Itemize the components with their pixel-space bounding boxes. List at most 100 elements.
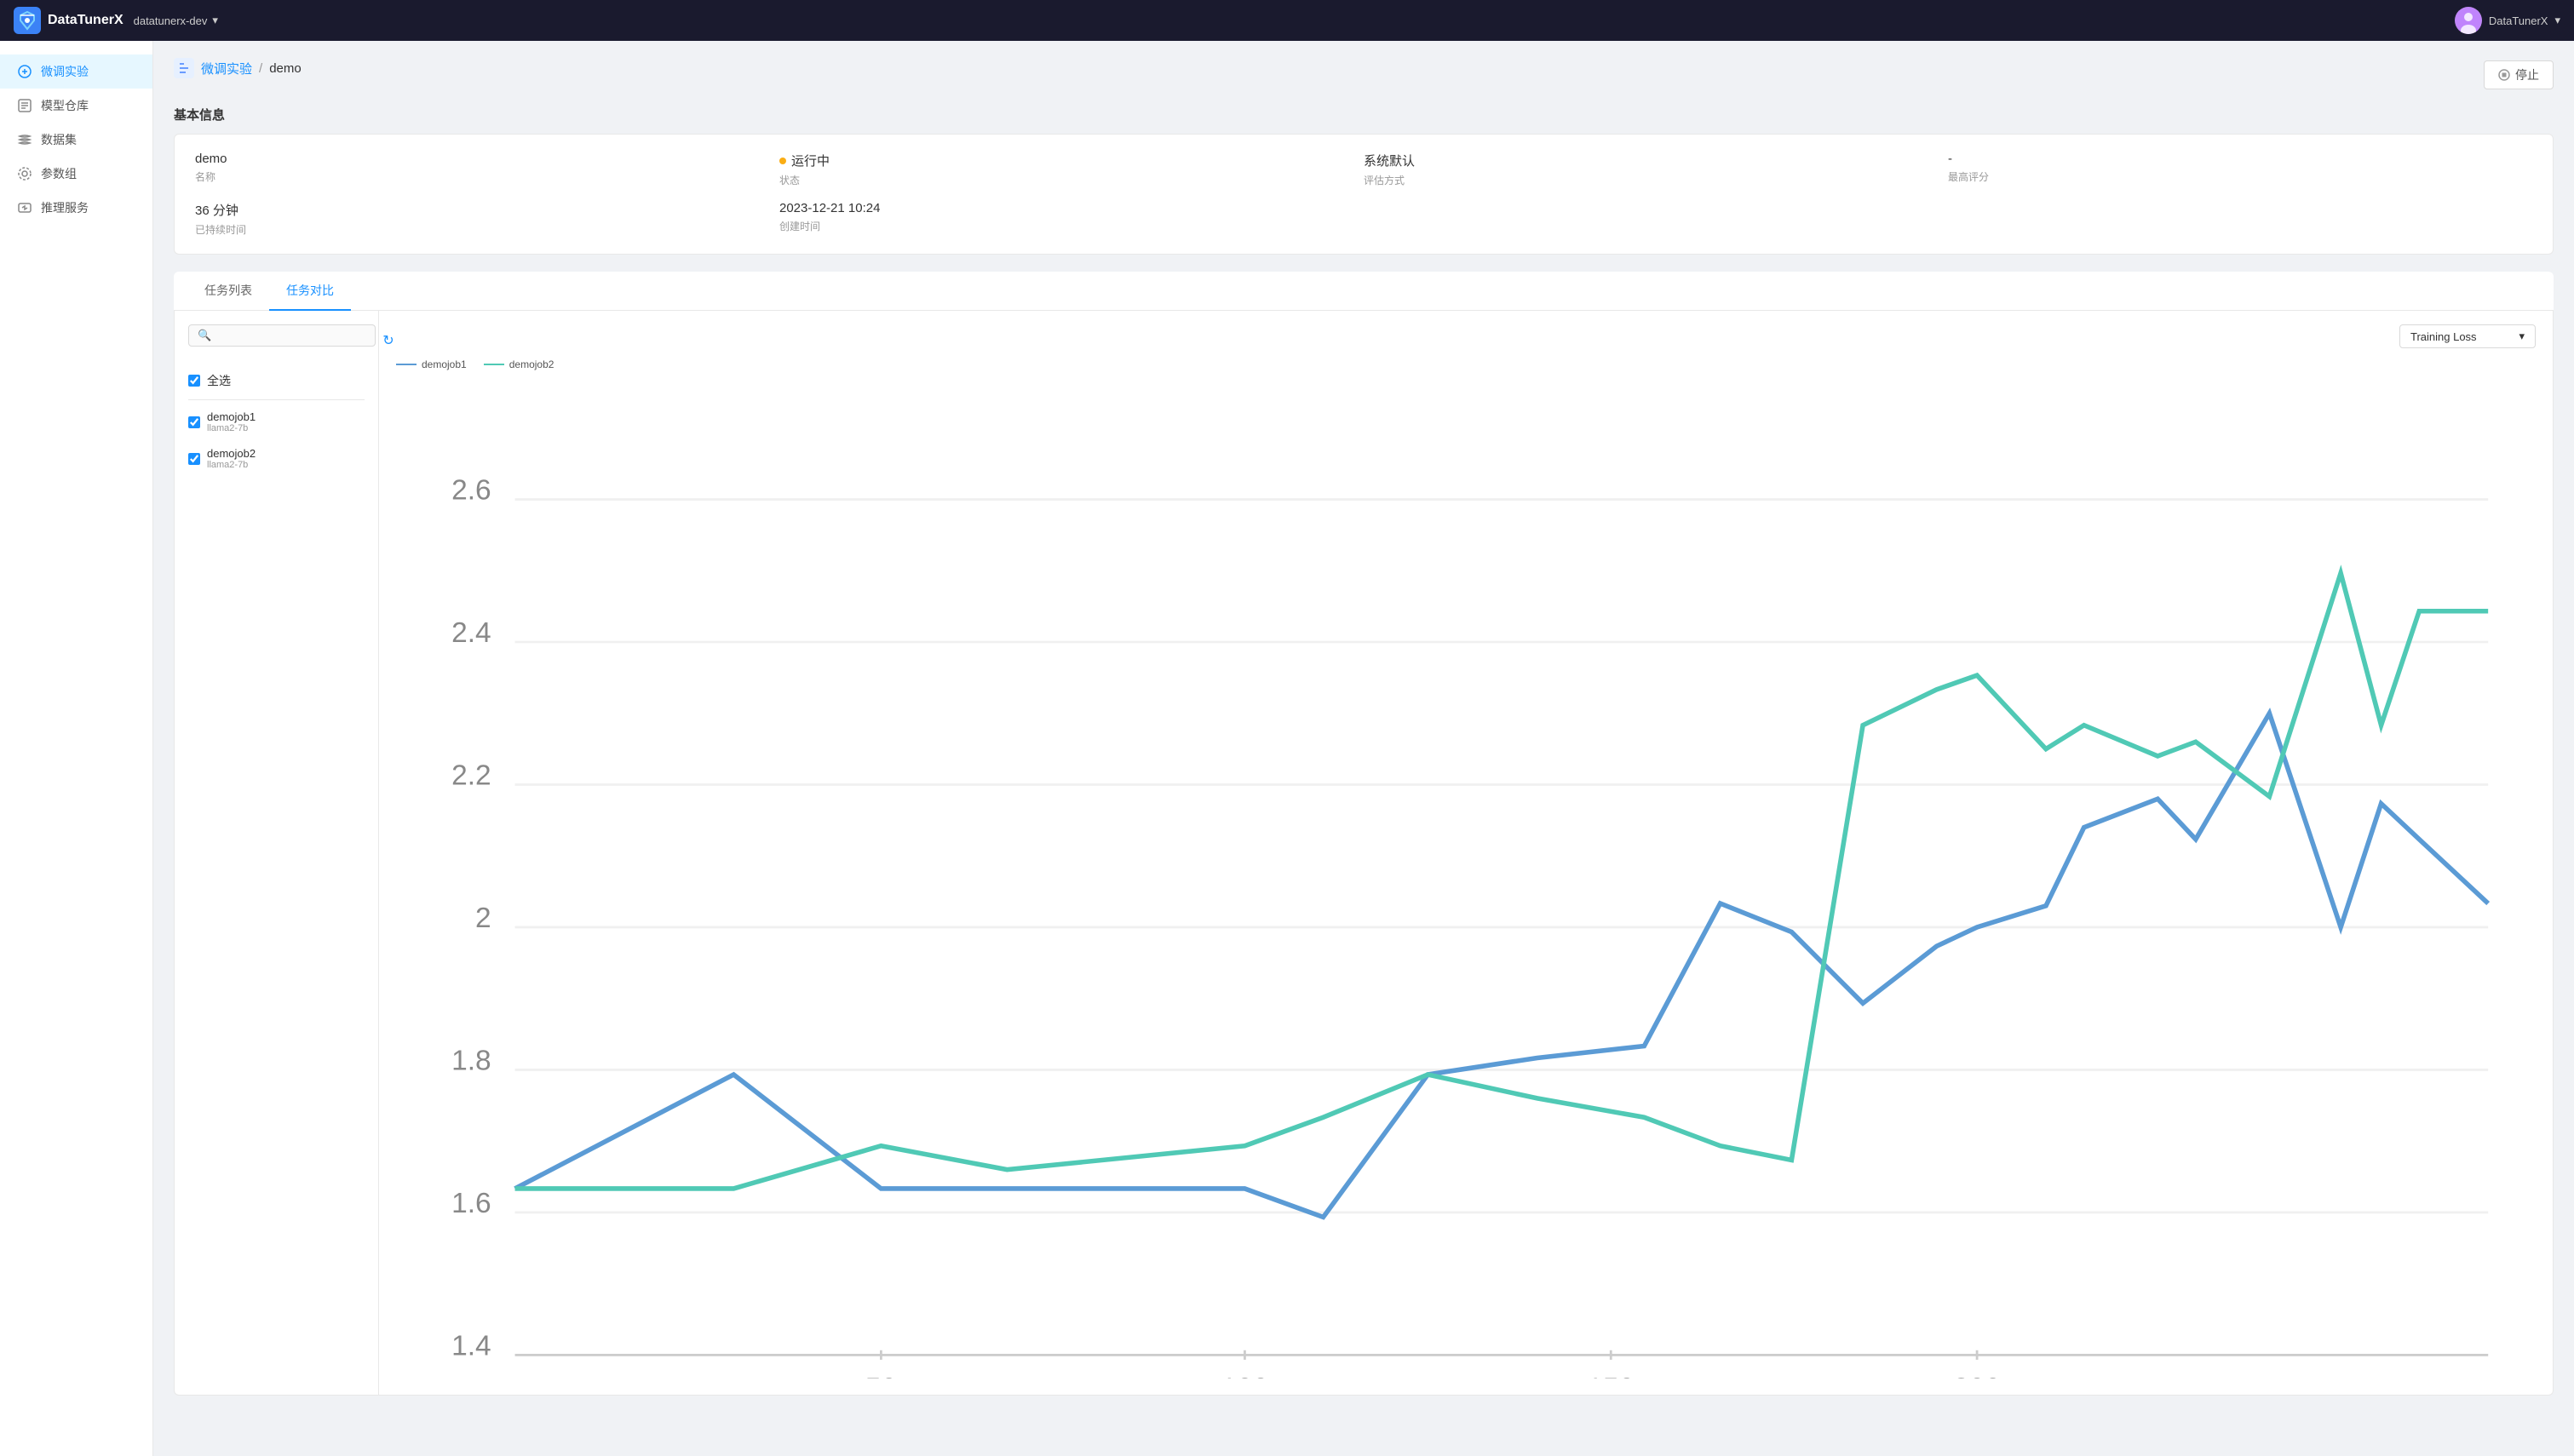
info-name-value: demo — [195, 152, 779, 166]
stop-button[interactable]: 停止 — [2484, 60, 2554, 89]
workspace-selector[interactable]: datatunerx-dev ▾ — [134, 14, 218, 27]
topbar-left: DataTunerX datatunerx-dev ▾ — [14, 7, 218, 34]
inference-icon — [17, 200, 32, 215]
demojob2-line — [515, 573, 2489, 1189]
job1-model: llama2-7b — [207, 423, 256, 433]
sidebar-label-model: 模型仓库 — [41, 97, 89, 114]
job1-info: demojob1 llama2-7b — [207, 410, 256, 433]
sidebar-item-model[interactable]: 模型仓库 — [0, 89, 152, 123]
layout: 微调实验 模型仓库 数据集 参数组 — [0, 41, 2574, 1456]
job2-checkbox[interactable] — [188, 453, 200, 465]
search-input[interactable] — [216, 330, 366, 342]
svg-text:200: 200 — [1953, 1373, 2001, 1379]
svg-text:150: 150 — [1587, 1373, 1635, 1379]
job-item-2: demojob2 llama2-7b — [188, 442, 365, 475]
demojob1-line — [515, 714, 2489, 1218]
sidebar-label-finetune: 微调实验 — [41, 63, 89, 80]
logo: DataTunerX — [14, 7, 124, 34]
sidebar-label-params: 参数组 — [41, 165, 77, 182]
svg-text:1.4: 1.4 — [451, 1330, 491, 1361]
search-row: 🔍 ↻ — [188, 324, 365, 357]
info-created: 2023-12-21 10:24 创建时间 — [779, 201, 1364, 237]
job1-checkbox[interactable] — [188, 416, 200, 428]
right-panel: Training Loss ▾ demojob1 — [379, 311, 2553, 1395]
select-all-item[interactable]: 全选 — [188, 367, 365, 394]
info-duration-value: 36 分钟 — [195, 201, 779, 219]
info-created-label: 创建时间 — [779, 219, 1364, 233]
workspace-chevron: ▾ — [212, 14, 218, 27]
user-name: DataTunerX — [2489, 14, 2548, 27]
topbar-right[interactable]: DataTunerX ▾ — [2455, 7, 2560, 34]
breadcrumb-icon — [174, 58, 194, 78]
job2-info: demojob2 llama2-7b — [207, 447, 256, 470]
info-duration: 36 分钟 已持续时间 — [195, 201, 779, 237]
user-chevron: ▾ — [2554, 14, 2560, 27]
metric-selector[interactable]: Training Loss ▾ — [2399, 324, 2536, 348]
breadcrumb: 微调实验 / demo — [174, 58, 302, 78]
legend-label-1: demojob1 — [422, 358, 467, 370]
metric-label: Training Loss — [2410, 330, 2477, 343]
info-created-value: 2023-12-21 10:24 — [779, 201, 1364, 215]
search-icon: 🔍 — [198, 329, 211, 342]
sidebar-item-params[interactable]: 参数组 — [0, 157, 152, 191]
avatar — [2455, 7, 2482, 34]
model-icon — [17, 98, 32, 113]
info-name-label: 名称 — [195, 169, 779, 184]
tabs: 任务列表 任务对比 — [174, 272, 2554, 311]
job1-name: demojob1 — [207, 410, 256, 423]
job2-name: demojob2 — [207, 447, 256, 460]
legend-item-2: demojob2 — [484, 358, 554, 370]
chart-svg: 2.6 2.4 2.2 2 1.8 1.6 1.4 — [396, 381, 2536, 1379]
breadcrumb-current: demo — [269, 61, 302, 76]
logo-icon — [14, 7, 41, 34]
svg-text:2.6: 2.6 — [451, 475, 491, 507]
svg-text:2.2: 2.2 — [451, 760, 491, 791]
tab-task-compare[interactable]: 任务对比 — [269, 272, 351, 311]
info-score: - 最高评分 — [1948, 152, 2532, 187]
info-eval-value: 系统默认 — [1364, 152, 1948, 169]
legend-line-2 — [484, 364, 504, 365]
legend-item-1: demojob1 — [396, 358, 467, 370]
info-eval: 系统默认 评估方式 — [1364, 152, 1948, 187]
svg-text:2.4: 2.4 — [451, 617, 491, 649]
chart-container: 2.6 2.4 2.2 2 1.8 1.6 1.4 — [396, 381, 2536, 1381]
sidebar-label-dataset: 数据集 — [41, 131, 77, 148]
job-item-1: demojob1 llama2-7b — [188, 405, 365, 439]
stop-icon — [2498, 69, 2510, 81]
sidebar-item-dataset[interactable]: 数据集 — [0, 123, 152, 157]
select-all-label: 全选 — [207, 372, 231, 389]
legend: demojob1 demojob2 — [396, 358, 2536, 370]
sidebar-item-finetune[interactable]: 微调实验 — [0, 54, 152, 89]
sidebar-item-inference[interactable]: 推理服务 — [0, 191, 152, 225]
select-all-checkbox[interactable] — [188, 375, 200, 387]
main-content: 微调实验 / demo 停止 基本信息 demo 名称 — [153, 41, 2574, 1456]
params-icon — [17, 166, 32, 181]
info-score-label: 最高评分 — [1948, 169, 2532, 184]
breadcrumb-parent[interactable]: 微调实验 — [201, 60, 252, 77]
info-status: 运行中 状态 — [779, 152, 1364, 187]
comparison-layout: 🔍 ↻ 全选 — [175, 311, 2553, 1395]
tab-content: 🔍 ↻ 全选 — [174, 311, 2554, 1396]
svg-text:50: 50 — [865, 1373, 897, 1379]
status-dot — [779, 158, 786, 164]
finetune-icon — [17, 64, 32, 79]
metric-chevron: ▾ — [2519, 330, 2525, 343]
breadcrumb-separator: / — [259, 61, 262, 76]
stop-button-label: 停止 — [2515, 66, 2539, 83]
tab-task-list[interactable]: 任务列表 — [187, 272, 269, 311]
info-score-value: - — [1948, 152, 2532, 166]
info-duration-label: 已持续时间 — [195, 222, 779, 237]
info-row-1: demo 名称 运行中 状态 系统默认 评估方式 - 最高评分 — [195, 152, 2532, 187]
topbar: DataTunerX datatunerx-dev ▾ DataTunerX ▾ — [0, 0, 2574, 41]
logo-text: DataTunerX — [48, 13, 124, 28]
dataset-icon — [17, 132, 32, 147]
sidebar-label-inference: 推理服务 — [41, 199, 89, 216]
search-box: 🔍 — [188, 324, 376, 347]
info-row-2: 36 分钟 已持续时间 2023-12-21 10:24 创建时间 — [195, 201, 2532, 237]
svg-text:2: 2 — [475, 903, 491, 934]
legend-label-2: demojob2 — [509, 358, 554, 370]
sidebar: 微调实验 模型仓库 数据集 参数组 — [0, 41, 153, 1456]
info-status-label: 状态 — [779, 173, 1364, 187]
legend-line-1 — [396, 364, 417, 365]
info-eval-label: 评估方式 — [1364, 173, 1948, 187]
